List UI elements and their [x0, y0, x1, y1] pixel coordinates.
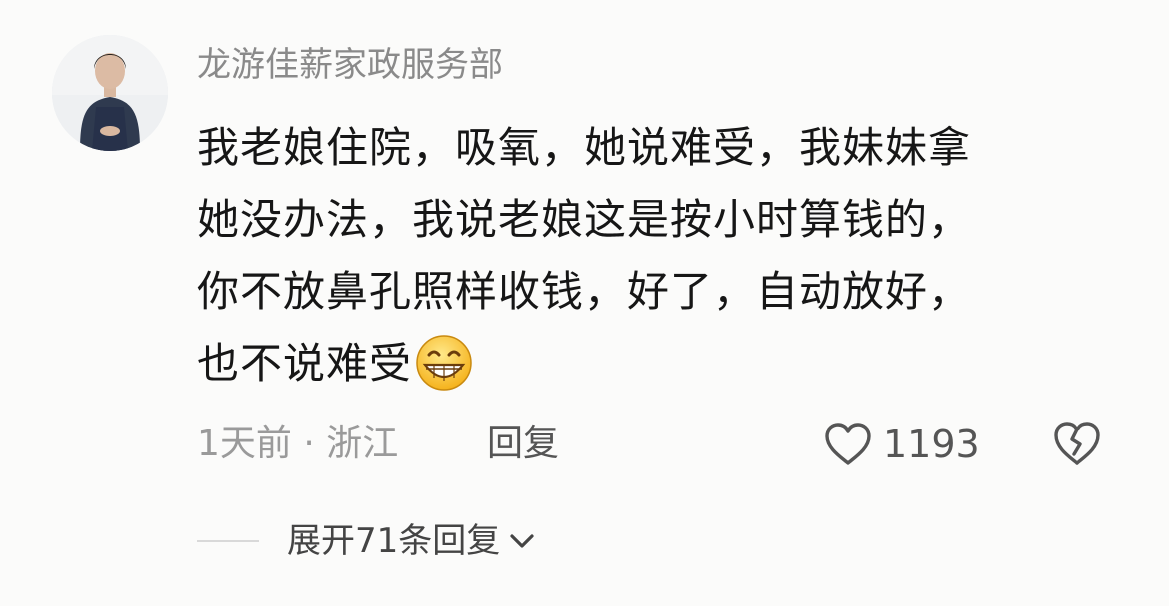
broken-heart-icon — [1054, 422, 1100, 465]
time-location: 1天前 · 浙江 — [197, 423, 399, 464]
author-name[interactable]: 龙游佳薪家政服务部 — [197, 42, 503, 88]
chevron-down-icon[interactable] — [508, 531, 536, 551]
grinning-face-emoji — [416, 334, 472, 391]
avatar[interactable] — [52, 35, 168, 151]
comment-line-text: 也不说难受 — [197, 339, 413, 388]
expand-replies[interactable]: 展开71条回复 — [197, 515, 536, 567]
comment-line: 我老娘住院，吸氧，她说难受，我妹妹拿 — [197, 123, 972, 172]
avatar-photo — [52, 35, 168, 151]
reply-button[interactable]: 回复 — [487, 418, 559, 470]
like-count: 1193 — [883, 422, 980, 466]
comment-line: 她没办法，我说老娘这是按小时算钱的， — [197, 195, 972, 244]
comment-line-last: 也不说难受 — [197, 328, 1097, 400]
dislike-button[interactable] — [1052, 420, 1102, 481]
comment-meta: 1天前 · 浙江 回复 1193 — [197, 418, 1117, 470]
expand-replies-label[interactable]: 展开71条回复 — [287, 515, 500, 567]
comment-text: 我老娘住院，吸氧，她说难受，我妹妹拿 她没办法，我说老娘这是按小时算钱的， 你不… — [197, 112, 1097, 400]
like-button[interactable]: 1193 — [823, 418, 980, 470]
heart-outline-icon — [825, 423, 871, 465]
comment-item: 龙游佳薪家政服务部 我老娘住院，吸氧，她说难受，我妹妹拿 她没办法，我说老娘这是… — [0, 0, 1169, 606]
divider — [197, 540, 259, 542]
comment-line: 你不放鼻孔照样收钱，好了，自动放好， — [197, 267, 972, 316]
